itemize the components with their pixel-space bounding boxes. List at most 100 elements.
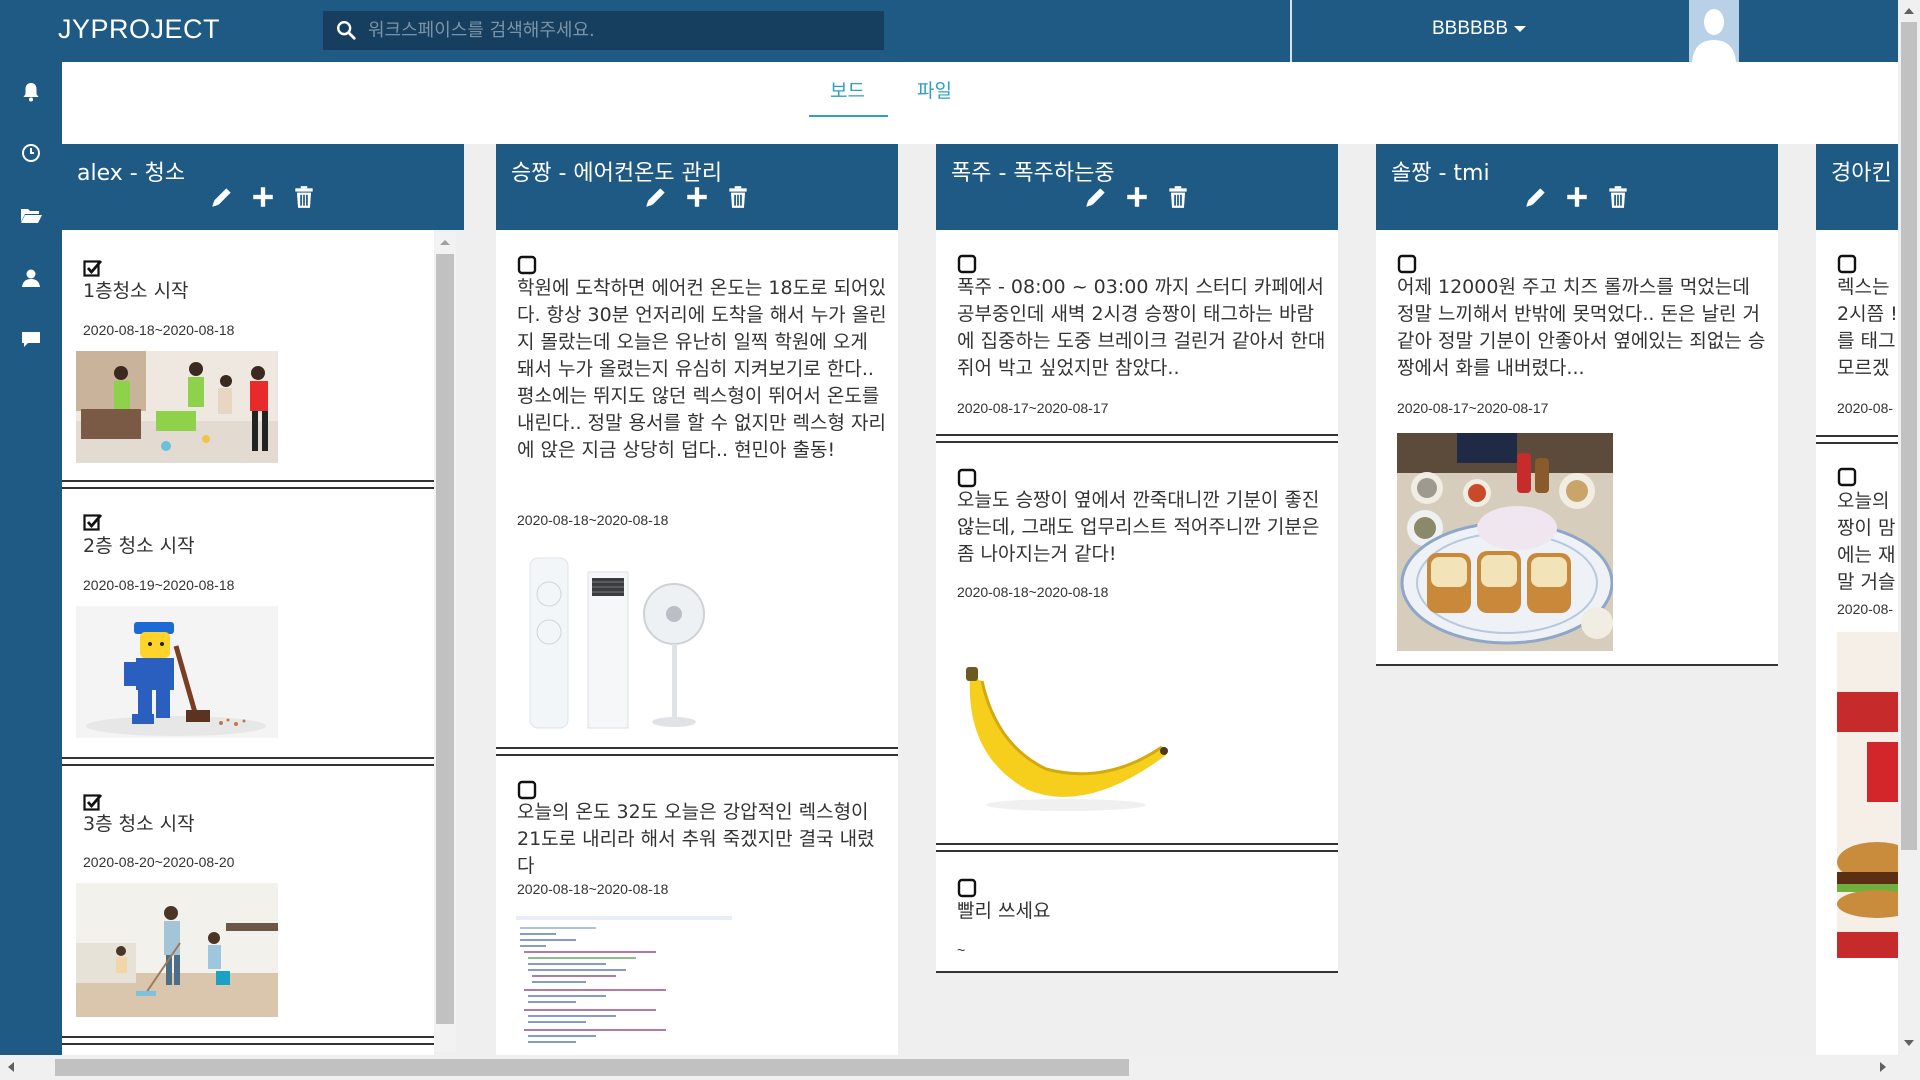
edit-pencil-icon[interactable] xyxy=(643,184,669,210)
card-separator xyxy=(62,1036,434,1045)
top-navbar: JYPROJECT BBBBBB xyxy=(0,0,1900,62)
card-date: 2020-08-18~2020-08-18 xyxy=(83,322,235,338)
brand-logo[interactable]: JYPROJECT xyxy=(58,14,220,45)
column-header: 솔짱 - tmi xyxy=(1376,144,1778,230)
family-cleaning-photo xyxy=(76,883,278,1017)
checked-checkbox-icon[interactable] xyxy=(83,792,103,812)
page-vertical-scrollbar[interactable] xyxy=(1898,0,1920,1055)
workspace-search xyxy=(323,11,884,50)
card-date: 2020-08-18~2020-08-18 xyxy=(517,881,669,897)
navbar-divider xyxy=(1290,0,1292,62)
user-icon[interactable] xyxy=(19,266,43,290)
task-card[interactable]: 1층청소 시작 2020-08-18~2020-08-18 xyxy=(62,230,434,480)
card-date: 2020-08- xyxy=(1837,400,1894,416)
task-card[interactable]: 오늘도 승짱이 옆에서 깐죽대니깐 기분이 좋진 않는데, 그래도 업무리스트 … xyxy=(936,443,1338,843)
clock-icon[interactable] xyxy=(19,141,43,165)
chat-icon[interactable] xyxy=(19,327,43,351)
scrollbar-thumb[interactable] xyxy=(55,1059,1129,1076)
checked-checkbox-icon[interactable] xyxy=(83,258,103,278)
add-plus-icon[interactable] xyxy=(250,184,276,210)
burger-ad-photo xyxy=(1837,632,1900,958)
trash-icon[interactable] xyxy=(725,184,751,210)
unchecked-checkbox-icon[interactable] xyxy=(957,878,977,898)
board-column: alex - 청소 1층청소 시작 2020-08-18~2020-08-18 xyxy=(62,144,464,1055)
edit-pencil-icon[interactable] xyxy=(1083,184,1109,210)
add-plus-icon[interactable] xyxy=(684,184,710,210)
card-text: 1층청소 시작 xyxy=(83,280,189,302)
bell-icon[interactable] xyxy=(19,80,43,104)
unchecked-checkbox-icon[interactable] xyxy=(1837,467,1857,487)
card-date: 2020-08-17~2020-08-17 xyxy=(957,400,1109,416)
user-silhouette-icon xyxy=(1689,0,1739,62)
trash-icon[interactable] xyxy=(1605,184,1631,210)
column-title: 승짱 - 에어컨온도 관리 xyxy=(511,161,723,186)
board-column: 승짱 - 에어컨온도 관리 학원에 도착하면 에어컨 온도는 18도로 되어있다… xyxy=(496,144,898,1055)
card-date: ~ xyxy=(957,942,966,958)
column-toolbar xyxy=(1376,184,1778,214)
board-column: 폭주 - 폭주하는중 폭주 - 08:00 ~ 03:00 까지 스터디 카페에… xyxy=(936,144,1338,980)
banana-photo xyxy=(956,665,1172,815)
unchecked-checkbox-icon[interactable] xyxy=(957,468,977,488)
edit-pencil-icon[interactable] xyxy=(1523,184,1549,210)
card-separator xyxy=(62,480,434,489)
card-separator xyxy=(496,747,898,756)
trash-icon[interactable] xyxy=(1165,184,1191,210)
task-card[interactable]: 학원에 도착하면 에어컨 온도는 18도로 되어있다. 항상 30분 언저리에 … xyxy=(496,230,898,747)
scrollbar-thumb[interactable] xyxy=(436,254,454,1024)
unchecked-checkbox-icon[interactable] xyxy=(517,780,537,800)
task-card[interactable]: 빨리 쓰세요 ~ xyxy=(936,852,1338,971)
scroll-down-arrow-icon[interactable] xyxy=(1904,1040,1914,1046)
scrollbar-thumb[interactable] xyxy=(1901,22,1917,850)
column-toolbar xyxy=(936,184,1338,214)
tab-board[interactable]: 보드 xyxy=(830,76,865,103)
card-separator xyxy=(1816,435,1900,444)
card-separator xyxy=(936,843,1338,852)
card-text: 오늘의 온도 32도 오늘은 강압적인 렉스형이 21도로 내리라 해서 추워 … xyxy=(517,801,875,877)
column-scrollbar[interactable] xyxy=(434,232,456,1052)
page-horizontal-scrollbar[interactable] xyxy=(0,1055,1920,1080)
task-card[interactable]: 폭주 - 08:00 ~ 03:00 까지 스터디 카페에서 공부중인데 새벽 … xyxy=(936,230,1338,434)
folder-icon[interactable] xyxy=(19,203,43,227)
task-card[interactable]: 2층 청소 시작 2020-08-19~2020-08-18 xyxy=(62,489,434,757)
task-card[interactable]: 3층 청소 시작 2020-08-20~2020-08-20 xyxy=(62,766,434,1036)
board-column: 솔짱 - tmi 어제 12000원 주고 치즈 롤까스를 먹었는데 정말 느끼… xyxy=(1376,144,1778,673)
scroll-up-arrow-icon[interactable] xyxy=(1904,8,1914,14)
card-text: 3층 청소 시작 xyxy=(83,813,195,835)
card-list: 폭주 - 08:00 ~ 03:00 까지 스터디 카페에서 공부중인데 새벽 … xyxy=(936,230,1338,980)
column-toolbar xyxy=(62,184,464,214)
task-card[interactable]: 오늘의 짱이 맘 에는 재 말 거슬 2020-08- xyxy=(1816,444,1900,964)
code-screenshot xyxy=(516,916,732,1046)
column-header: 폭주 - 폭주하는중 xyxy=(936,144,1338,230)
unchecked-checkbox-icon[interactable] xyxy=(957,254,977,274)
task-card[interactable]: 어제 12000원 주고 치즈 롤까스를 먹었는데 정말 느끼해서 반밖에 못먹… xyxy=(1376,230,1778,664)
unchecked-checkbox-icon[interactable] xyxy=(1837,254,1857,274)
edit-pencil-icon[interactable] xyxy=(209,184,235,210)
card-text: 오늘도 승짱이 옆에서 깐죽대니깐 기분이 좋진 않는데, 그래도 업무리스트 … xyxy=(957,489,1320,565)
left-sidebar xyxy=(0,62,62,1055)
scroll-right-arrow-icon[interactable] xyxy=(1880,1062,1886,1072)
card-separator xyxy=(936,971,1338,980)
column-header: 승짱 - 에어컨온도 관리 xyxy=(496,144,898,230)
card-separator xyxy=(936,434,1338,443)
unchecked-checkbox-icon[interactable] xyxy=(517,255,537,275)
user-dropdown[interactable]: BBBBBB xyxy=(1432,18,1527,40)
card-text: 렉스는 2시쯤 ! 를 태그 모르겠 xyxy=(1837,276,1898,379)
checked-checkbox-icon[interactable] xyxy=(83,512,103,532)
scroll-up-arrow-icon[interactable] xyxy=(440,240,450,245)
unchecked-checkbox-icon[interactable] xyxy=(1397,254,1417,274)
scroll-left-arrow-icon[interactable] xyxy=(8,1062,14,1072)
column-header: alex - 청소 xyxy=(62,144,464,230)
column-toolbar xyxy=(496,184,898,214)
search-icon[interactable] xyxy=(335,19,357,41)
trash-icon[interactable] xyxy=(291,184,317,210)
add-plus-icon[interactable] xyxy=(1564,184,1590,210)
add-plus-icon[interactable] xyxy=(1124,184,1150,210)
column-title: 솔짱 - tmi xyxy=(1391,161,1490,186)
user-name: BBBBBB xyxy=(1432,18,1509,39)
search-input[interactable] xyxy=(368,11,873,50)
tab-file[interactable]: 파일 xyxy=(917,76,952,103)
avatar[interactable] xyxy=(1689,0,1739,62)
card-separator xyxy=(1376,664,1778,673)
task-card[interactable]: 렉스는 2시쯤 ! 를 태그 모르겠 2020-08- xyxy=(1816,230,1900,435)
task-card[interactable]: 오늘의 온도 32도 오늘은 강압적인 렉스형이 21도로 내리라 해서 추워 … xyxy=(496,756,898,1055)
